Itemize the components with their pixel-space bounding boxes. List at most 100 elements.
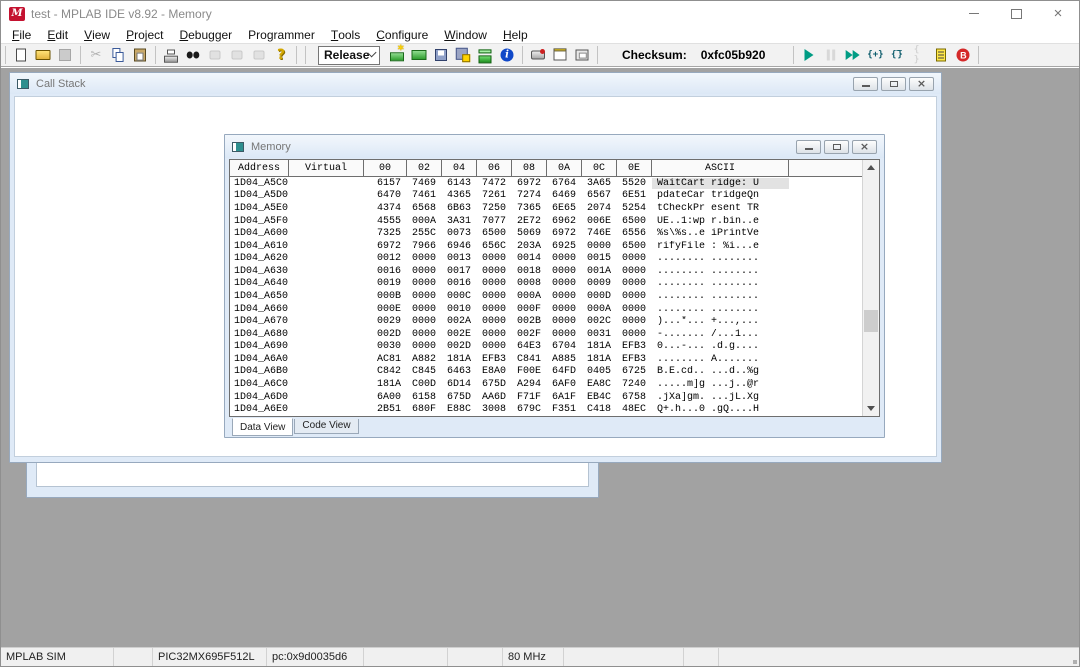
memory-hex-cell[interactable]: 0012 [364,253,407,264]
memory-hex-cell[interactable]: 0000 [547,266,582,277]
memory-window[interactable]: Memory AddressVirtual00020406080A0C0EASC… [224,134,885,438]
memory-ascii-cell[interactable]: )...*... +...,... [652,316,789,327]
memory-address-cell[interactable]: 1D04_A650 [230,291,289,302]
memory-hex-cell[interactable]: 680F [407,404,442,415]
column-header-0c[interactable]: 0C [582,160,617,176]
memory-hex-cell[interactable]: 64FD [547,366,582,377]
memory-address-cell[interactable]: 1D04_A6D0 [230,392,289,403]
make-icon[interactable] [474,45,496,65]
memory-hex-cell[interactable]: 3A31 [442,216,477,227]
menu-tools[interactable]: Tools [323,26,368,43]
memory-hex-cell[interactable]: EFB3 [477,354,512,365]
memory-hex-cell[interactable]: 7365 [512,203,547,214]
memory-hex-cell[interactable]: 0000 [407,304,442,315]
memory-ascii-cell[interactable]: ........ ........ [652,266,789,277]
memory-hex-cell[interactable]: 0016 [442,278,477,289]
memory-hex-cell[interactable]: 6A00 [364,392,407,403]
menu-programmer[interactable]: Programmer [240,26,323,43]
memory-hex-cell[interactable]: 6764 [547,178,582,189]
memory-ascii-cell[interactable]: ........ ........ [652,278,789,289]
memory-address-cell[interactable]: 1D04_A680 [230,329,289,340]
memory-hex-cell[interactable]: 7472 [477,178,512,189]
memory-address-cell[interactable]: 1D04_A620 [230,253,289,264]
print-icon[interactable] [160,45,182,65]
memory-hex-cell[interactable]: 7240 [617,379,652,390]
memory-hex-cell[interactable]: 6500 [477,228,512,239]
memory-hex-cell[interactable]: 181A [442,354,477,365]
memory-hex-cell[interactable]: F71F [512,392,547,403]
memory-hex-cell[interactable]: C00D [407,379,442,390]
new-file-icon[interactable] [10,45,32,65]
memory-hex-cell[interactable]: 6469 [547,190,582,201]
memory-hex-cell[interactable]: 675D [442,392,477,403]
memory-hex-cell[interactable]: 0000 [477,278,512,289]
new-project-icon[interactable] [386,45,408,65]
memory-ascii-cell[interactable]: 0...-... .d.g.... [652,341,789,352]
memory-address-cell[interactable]: 1D04_A5E0 [230,203,289,214]
memory-address-cell[interactable]: 1D04_A670 [230,316,289,327]
memory-address-cell[interactable]: 1D04_A6E0 [230,404,289,415]
close-button[interactable] [852,140,877,154]
open-file-icon[interactable] [32,45,54,65]
memory-hex-cell[interactable]: 6A1F [547,392,582,403]
memory-hex-cell[interactable]: 6972 [364,241,407,252]
memory-row[interactable]: 1D04_A660000E000000100000000F0000000A000… [230,303,862,316]
memory-address-cell[interactable]: 1D04_A660 [230,304,289,315]
memory-row[interactable]: 1D04_A610697279666946656C203A69250000650… [230,240,862,253]
memory-hex-cell[interactable]: 0010 [442,304,477,315]
memory-hex-cell[interactable]: 002D [442,341,477,352]
minimize-button[interactable] [953,1,995,26]
memory-hex-cell[interactable]: E88C [442,404,477,415]
memory-hex-cell[interactable]: C842 [364,366,407,377]
run-icon[interactable] [798,45,820,65]
open-project-icon[interactable] [408,45,430,65]
memory-hex-cell[interactable]: 0016 [364,266,407,277]
memory-row[interactable]: 1D04_A6C0181AC00D6D14675DA2946AF0EA8C724… [230,378,862,391]
memory-hex-cell[interactable]: 006E [582,216,617,227]
menu-project[interactable]: Project [118,26,171,43]
scrollbar-track[interactable] [863,175,879,401]
tab-code-view[interactable]: Code View [294,419,358,434]
memory-ascii-cell[interactable]: Q+.h...0 .gQ....H [652,404,789,415]
memory-row[interactable]: 1D04_A630001600000017000000180000001A000… [230,265,862,278]
memory-hex-cell[interactable]: 0013 [442,253,477,264]
memory-row[interactable]: 1D04_A6A0AC81A882181AEFB3C841A885181AEFB… [230,353,862,366]
memory-hex-cell[interactable]: 7077 [477,216,512,227]
save-workspace-icon[interactable] [430,45,452,65]
vertical-scrollbar[interactable] [862,160,879,416]
memory-hex-cell[interactable]: 6556 [617,228,652,239]
column-header-address[interactable]: Address [230,160,289,176]
memory-hex-cell[interactable]: 0000 [477,304,512,315]
memory-row[interactable]: 1D04_A6E02B51680FE88C3008679CF351C41848E… [230,403,862,416]
memory-hex-cell[interactable]: 0009 [582,278,617,289]
memory-hex-cell[interactable]: 4555 [364,216,407,227]
memory-hex-cell[interactable]: 0029 [364,316,407,327]
memory-hex-cell[interactable]: 5254 [617,203,652,214]
memory-hex-cell[interactable]: 64E3 [512,341,547,352]
memory-address-cell[interactable]: 1D04_A5C0 [230,178,289,189]
memory-hex-cell[interactable]: 4374 [364,203,407,214]
verify-device-icon[interactable] [571,45,593,65]
memory-hex-cell[interactable]: 4365 [442,190,477,201]
memory-hex-cell[interactable]: 0000 [407,278,442,289]
memory-hex-cell[interactable]: 0000 [407,291,442,302]
memory-hex-cell[interactable]: 0000 [547,316,582,327]
memory-hex-cell[interactable]: 0000 [547,278,582,289]
memory-row[interactable]: 1D04_A650000B0000000C0000000A0000000D000… [230,290,862,303]
restore-button[interactable] [881,77,906,91]
memory-hex-cell[interactable]: 6567 [582,190,617,201]
memory-hex-cell[interactable]: 0000 [617,304,652,315]
memory-hex-cell[interactable]: 7966 [407,241,442,252]
memory-hex-cell[interactable]: C845 [407,366,442,377]
memory-row[interactable]: 1D04_A6007325255C0073650050696972746E655… [230,227,862,240]
memory-address-cell[interactable]: 1D04_A6B0 [230,366,289,377]
memory-hex-cell[interactable]: 0014 [512,253,547,264]
memory-hex-cell[interactable]: 3A65 [582,178,617,189]
build-info-icon[interactable] [496,45,518,65]
memory-hex-cell[interactable]: 6972 [512,178,547,189]
minimize-button[interactable] [853,77,878,91]
memory-hex-cell[interactable]: 0000 [407,253,442,264]
memory-hex-cell[interactable]: 0015 [582,253,617,264]
build-all-icon[interactable] [452,45,474,65]
memory-row[interactable]: 1D04_A67000290000002A0000002B0000002C000… [230,315,862,328]
